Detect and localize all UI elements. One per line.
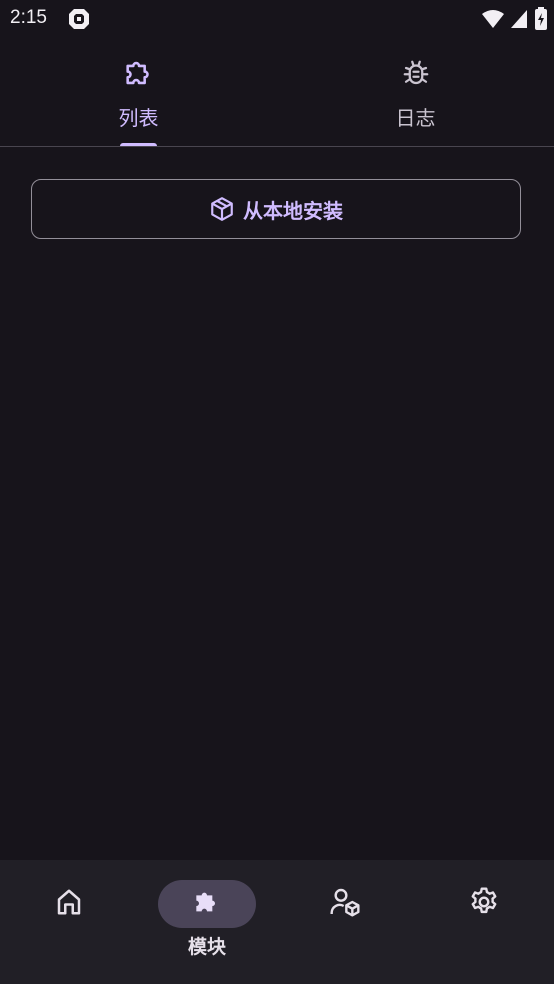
signal-icon [510, 9, 528, 29]
status-bar: 2:15 [0, 0, 554, 40]
nav-home[interactable] [0, 860, 138, 984]
tab-list-label: 列表 [118, 106, 159, 130]
install-from-local-button[interactable]: 从本地安装 [31, 179, 521, 239]
bug-icon [399, 56, 433, 90]
bottom-navigation: 模块 [0, 860, 554, 984]
nav-settings[interactable] [415, 860, 553, 984]
nav-active-pill [158, 880, 256, 928]
package-icon [209, 196, 235, 222]
gear-icon [468, 886, 500, 922]
status-time: 2:15 [10, 7, 47, 28]
nav-superuser[interactable] [276, 860, 414, 984]
user-package-icon [329, 886, 361, 922]
install-from-local-label: 从本地安装 [243, 198, 343, 223]
wifi-icon [482, 9, 504, 29]
nav-modules-label: 模块 [187, 936, 226, 958]
app-notification-icon [68, 8, 90, 30]
puzzle-icon [191, 886, 223, 922]
tab-logs-label: 日志 [395, 106, 436, 130]
tab-list[interactable]: 列表 [0, 40, 277, 147]
home-icon [54, 887, 84, 921]
nav-modules[interactable]: 模块 [138, 860, 276, 984]
tab-logs[interactable]: 日志 [277, 40, 554, 147]
puzzle-outline-icon [122, 56, 156, 90]
tab-row: 列表 日志 [0, 40, 554, 147]
tabs-divider [0, 146, 554, 147]
battery-icon [534, 7, 548, 31]
